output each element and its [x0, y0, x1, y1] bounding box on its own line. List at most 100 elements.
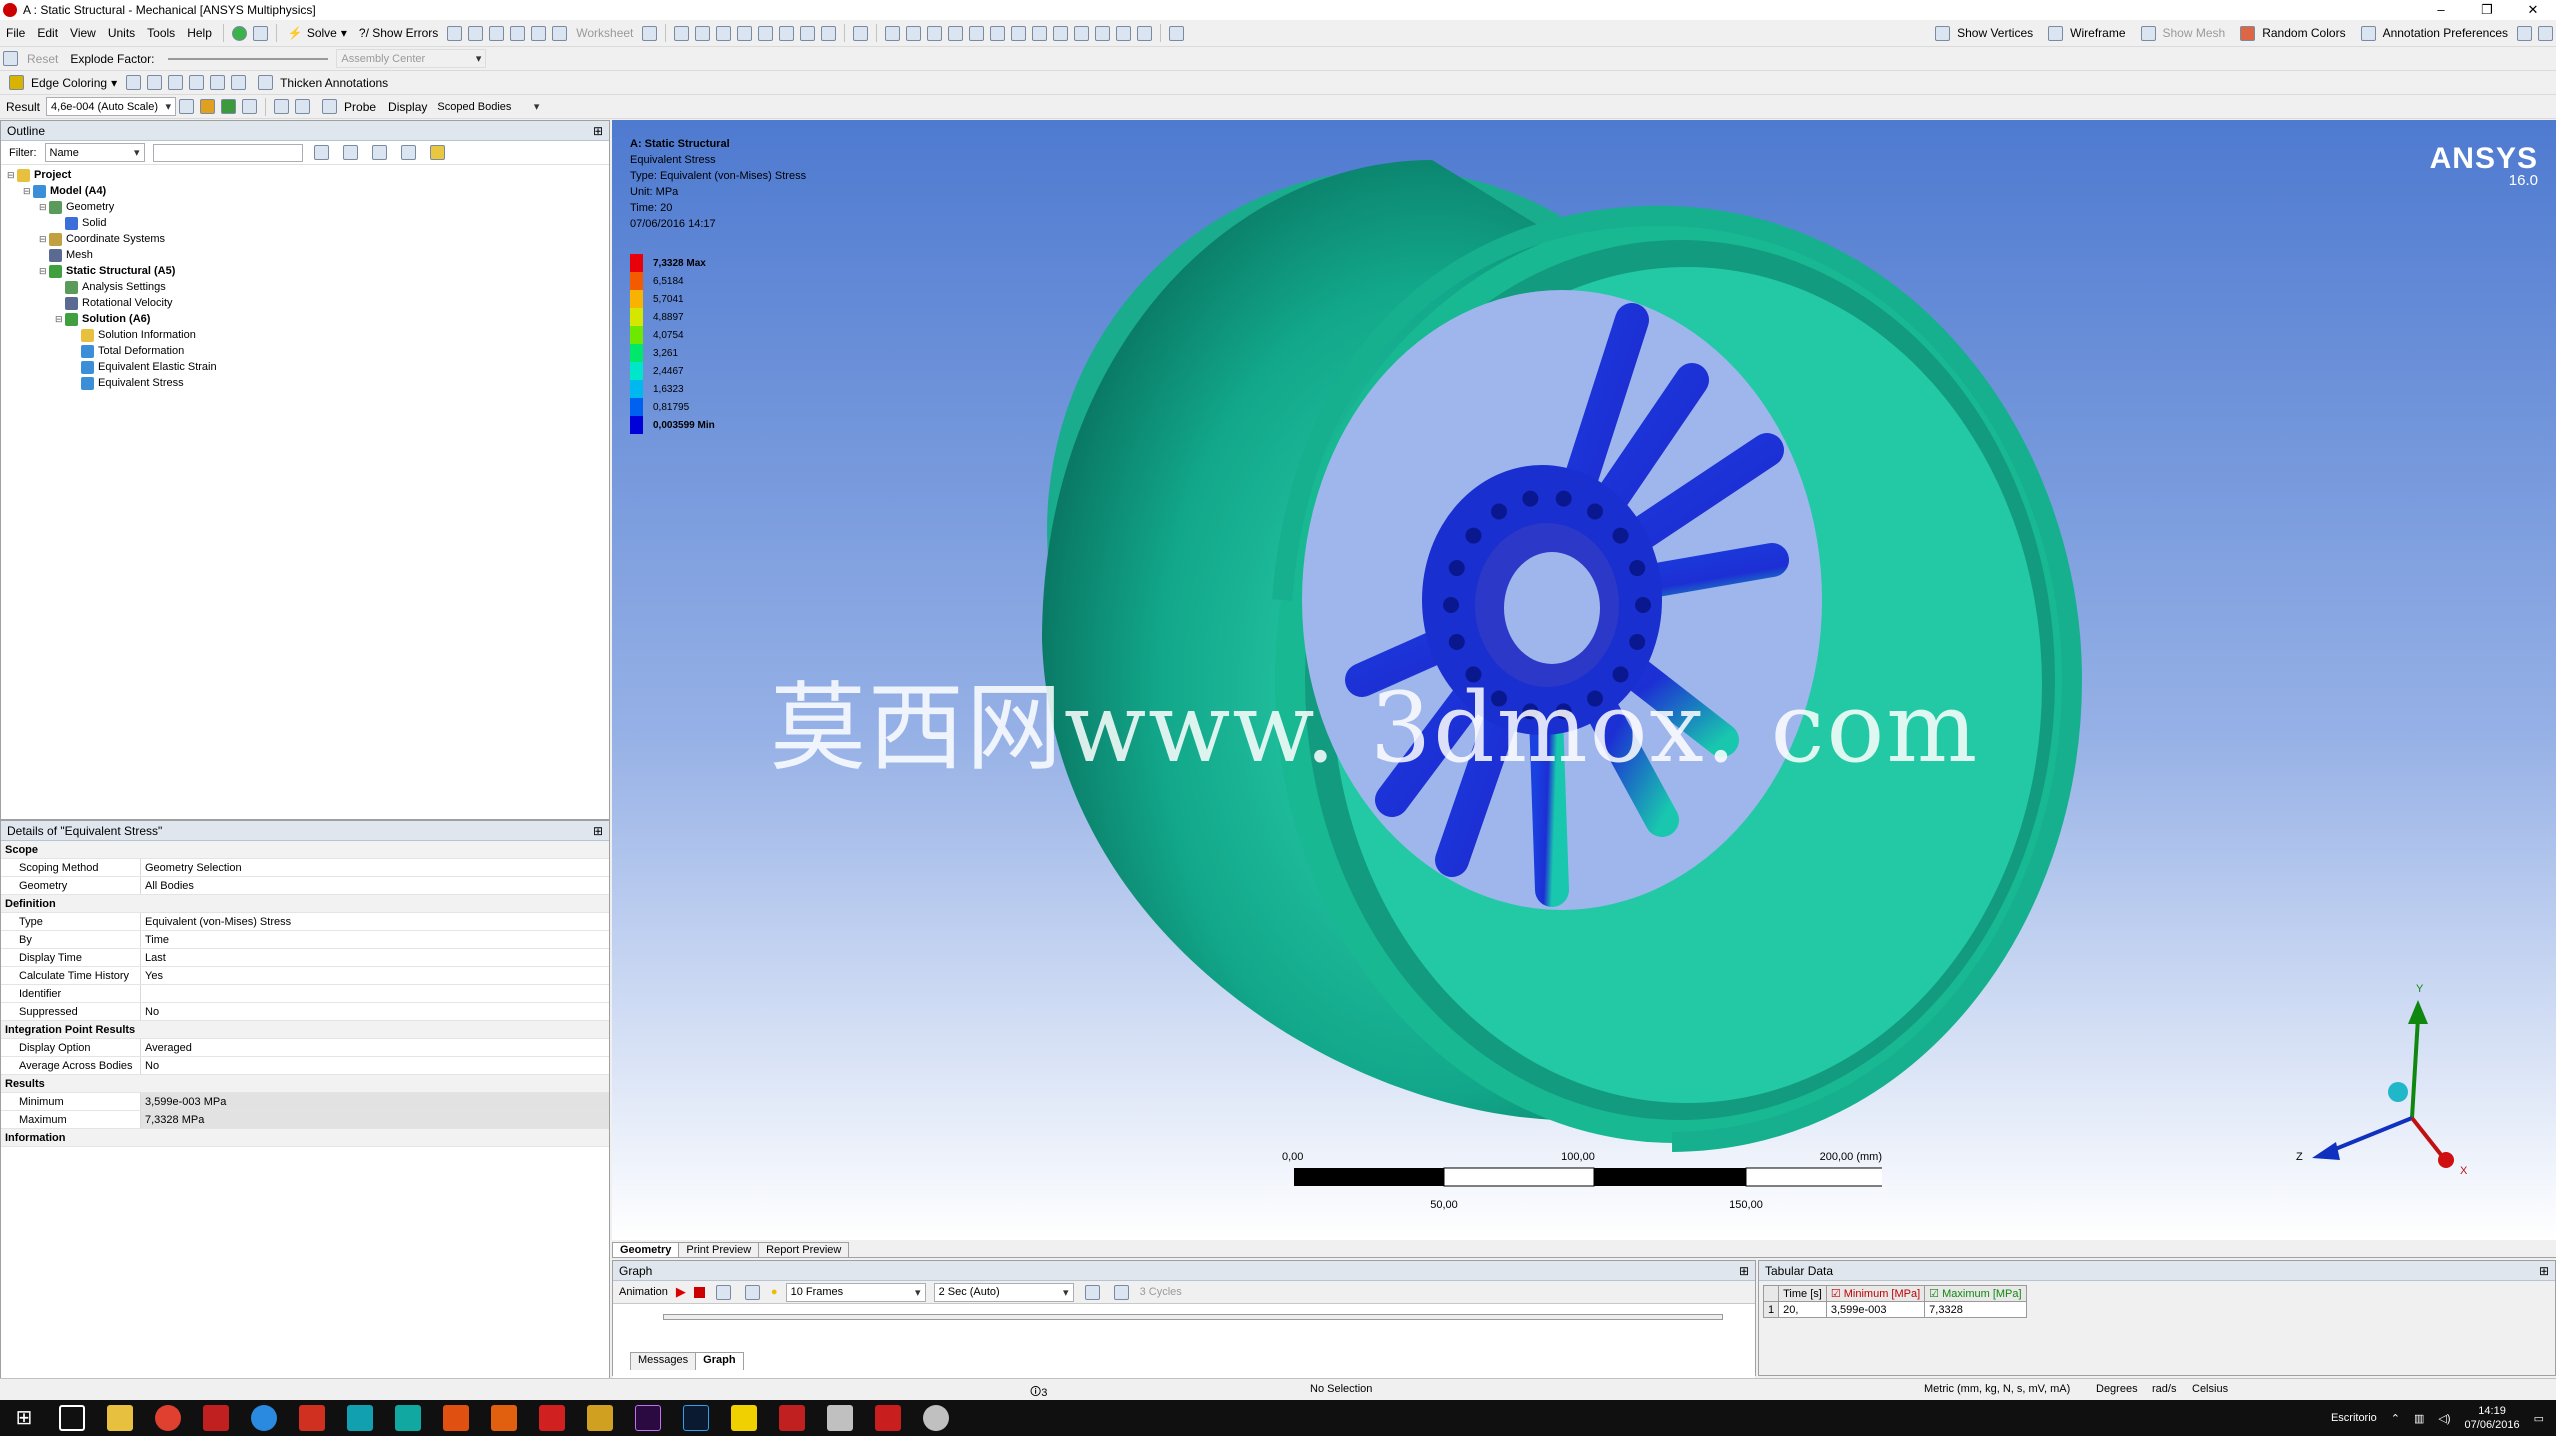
filter-dropdown[interactable]: Name: [44, 143, 145, 162]
property-value[interactable]: Averaged: [141, 1042, 609, 1054]
app-icon[interactable]: [299, 1405, 325, 1431]
acrobat-icon[interactable]: [539, 1405, 565, 1431]
vectors-icon[interactable]: [242, 99, 258, 114]
details-category[interactable]: Integration Point Results: [1, 1021, 609, 1039]
stop-icon[interactable]: [693, 1286, 705, 1298]
report-icon[interactable]: [489, 25, 505, 41]
edge-arrow-icon[interactable]: [210, 75, 226, 90]
tab-geometry[interactable]: Geometry: [612, 1242, 680, 1257]
chrome-icon[interactable]: [155, 1405, 181, 1431]
duration-dropdown[interactable]: 2 Sec (Auto): [933, 1282, 1074, 1302]
frames-dropdown[interactable]: 10 Frames: [785, 1282, 926, 1302]
select-icon[interactable]: [674, 25, 690, 41]
property-value[interactable]: Yes: [141, 970, 609, 982]
autodesk-icon[interactable]: [443, 1405, 469, 1431]
edge-display-icon[interactable]: [126, 75, 142, 90]
tree-node[interactable]: Total Deformation: [7, 343, 609, 359]
reset-button[interactable]: Reset: [21, 50, 64, 68]
edge-select-icon[interactable]: [779, 25, 795, 41]
result-sets-icon[interactable]: [744, 1284, 760, 1300]
menu-view[interactable]: View: [64, 26, 102, 40]
extend-selection-icon[interactable]: [853, 25, 869, 41]
display-dropdown[interactable]: Scoped Bodies: [433, 97, 543, 116]
solve-button[interactable]: ⚡ Solve ▾: [282, 24, 353, 42]
select-mode-icon[interactable]: [695, 25, 711, 41]
body-select-icon[interactable]: [821, 25, 837, 41]
col-time-header[interactable]: Time [s]: [1778, 1285, 1827, 1302]
geometry-display-icon[interactable]: [179, 99, 195, 114]
details-row[interactable]: Suppressed No: [1, 1003, 609, 1021]
rotational-units-status[interactable]: rad/s: [2152, 1383, 2176, 1395]
details-row[interactable]: Minimum 3,599e-003 MPa: [1, 1093, 609, 1111]
units-status[interactable]: Metric (mm, kg, N, s, mV, mA): [1924, 1383, 2070, 1395]
export-video-icon[interactable]: [1084, 1284, 1100, 1300]
tree-node[interactable]: ⊟ Model (A4): [7, 183, 609, 199]
pin-icon[interactable]: ⊞: [2539, 1264, 2549, 1278]
edges-icon[interactable]: [221, 99, 237, 114]
property-value[interactable]: All Bodies: [141, 880, 609, 892]
plus-icon[interactable]: [400, 145, 416, 160]
tree-node[interactable]: Equivalent Stress: [7, 375, 609, 391]
tree-node[interactable]: ⊟ Solution (A6): [7, 311, 609, 327]
magnifier-icon[interactable]: [990, 25, 1006, 41]
browser-icon[interactable]: [251, 1405, 277, 1431]
edge-thickness-icon[interactable]: [189, 75, 205, 90]
property-value[interactable]: No: [141, 1060, 609, 1072]
image-icon[interactable]: [468, 25, 484, 41]
network-icon[interactable]: ▥: [2414, 1412, 2424, 1425]
node-select-icon[interactable]: [737, 25, 753, 41]
face-select-icon[interactable]: [800, 25, 816, 41]
details-category[interactable]: Information: [1, 1129, 609, 1147]
expand-icon[interactable]: [371, 145, 387, 160]
filter-input[interactable]: [152, 143, 303, 162]
minimize-button[interactable]: –: [2418, 2, 2464, 18]
next-view-icon[interactable]: [1074, 25, 1090, 41]
windows-start-icon[interactable]: ⊞: [11, 1405, 37, 1431]
cell-time[interactable]: 20,: [1778, 1301, 1827, 1318]
collapse-icon[interactable]: [342, 145, 358, 160]
edge-direction-icon[interactable]: [147, 75, 163, 90]
app-icon[interactable]: [587, 1405, 613, 1431]
col-maximum-header[interactable]: ☑ Maximum [MPa]: [1924, 1285, 2027, 1302]
tree-node[interactable]: ⊟ Coordinate Systems: [7, 231, 609, 247]
task-view-icon[interactable]: [59, 1405, 85, 1431]
distributed-frames-icon[interactable]: [715, 1284, 731, 1300]
cell-minimum[interactable]: 3,599e-003: [1825, 1301, 1926, 1318]
solidworks-icon[interactable]: [203, 1405, 229, 1431]
edge-coloring-button[interactable]: Edge Coloring ▾: [0, 73, 123, 92]
details-row[interactable]: Display Time Last: [1, 949, 609, 967]
image-capture-icon[interactable]: [552, 25, 568, 41]
app-icon[interactable]: [347, 1405, 373, 1431]
zoom-to-fit-icon[interactable]: [1113, 1284, 1129, 1300]
tree-icon[interactable]: [252, 25, 268, 41]
app-icon[interactable]: [731, 1405, 757, 1431]
select-filter-icon[interactable]: [716, 25, 732, 41]
text-icon[interactable]: [531, 25, 547, 41]
pin-icon[interactable]: ⊞: [593, 824, 603, 838]
bulb-icon[interactable]: ●: [771, 1286, 778, 1298]
property-value[interactable]: Last: [141, 952, 609, 964]
col-minimum-header[interactable]: ☑ Minimum [MPa]: [1825, 1285, 1926, 1302]
details-row[interactable]: Identifier: [1, 985, 609, 1003]
layout-icon[interactable]: [1169, 25, 1185, 41]
show-mesh-button[interactable]: Show Mesh: [2132, 24, 2232, 43]
tag-icon[interactable]: [1137, 25, 1153, 41]
details-row[interactable]: Scoping Method Geometry Selection: [1, 859, 609, 877]
tree-node[interactable]: Equivalent Elastic Strain: [7, 359, 609, 375]
annotation-preferences-button[interactable]: Annotation Preferences: [2352, 24, 2514, 43]
isometric-icon[interactable]: [1095, 25, 1111, 41]
graphics-viewport[interactable]: A: Static Structural Equivalent Stress T…: [612, 120, 2556, 1240]
angle-units-status[interactable]: Degrees: [2096, 1383, 2138, 1395]
tree-node[interactable]: ⊟ Geometry: [7, 199, 609, 215]
max-icon[interactable]: [274, 99, 290, 114]
expand-toggle-icon[interactable]: ⊟: [39, 266, 49, 277]
property-value[interactable]: Time: [141, 934, 609, 946]
explode-factor-slider[interactable]: [168, 57, 329, 60]
property-value[interactable]: 7,3328 MPa: [141, 1111, 609, 1128]
tree-node[interactable]: Solid: [7, 215, 609, 231]
graph-area[interactable]: [613, 1303, 1755, 1383]
temperature-units-status[interactable]: Celsius: [2192, 1383, 2228, 1395]
clock[interactable]: 14:19 07/06/2016: [2465, 1404, 2520, 1432]
property-value[interactable]: Equivalent (von-Mises) Stress: [141, 916, 609, 928]
volume-icon[interactable]: ◁): [2438, 1412, 2450, 1425]
